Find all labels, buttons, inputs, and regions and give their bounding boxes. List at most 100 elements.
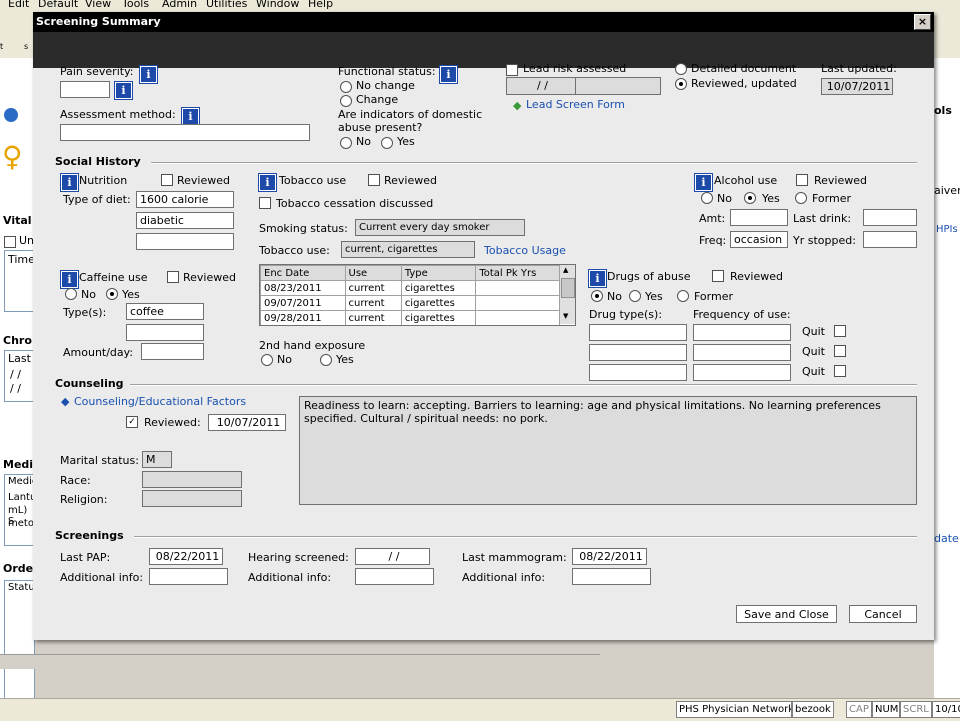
second-hand-no-radio[interactable] [261, 354, 273, 366]
tobacco-cessation-checkbox[interactable] [259, 197, 271, 209]
assessment-method-input[interactable] [60, 124, 310, 141]
col-enc-date[interactable]: Enc Date [260, 265, 346, 281]
reviewed-updated-radio[interactable] [675, 78, 687, 90]
lead-screen-form-link[interactable]: Lead Screen Form [526, 98, 625, 111]
drug-freq-input-1[interactable] [693, 324, 791, 341]
hpis-tab[interactable]: HPIs [936, 224, 958, 235]
alcohol-yes-radio[interactable] [744, 192, 756, 204]
abuse-yes-radio[interactable] [381, 137, 393, 149]
menu-help[interactable]: Help [308, 0, 333, 10]
drugs-no-radio[interactable] [591, 290, 603, 302]
nutrition-info-icon[interactable]: i [61, 174, 78, 191]
drugs-yes-radio[interactable] [629, 290, 641, 302]
lead-link-icon: ◆ [513, 99, 522, 112]
pain-value-info-icon[interactable]: i [115, 82, 132, 99]
save-and-close-button[interactable]: Save and Close [736, 605, 837, 623]
drug-freq-input-3[interactable] [693, 364, 791, 381]
assessment-info-icon[interactable]: i [182, 108, 199, 125]
menu-view[interactable]: View [85, 0, 111, 10]
table-scrollbar[interactable]: ▲ ▼ [559, 265, 575, 324]
update-link[interactable]: date [934, 532, 959, 545]
counseling-reviewed-date[interactable]: 10/07/2011 [208, 414, 286, 431]
pain-info-icon[interactable]: i [140, 66, 157, 83]
col-use[interactable]: Use [344, 265, 402, 281]
lead-risk-checkbox[interactable] [506, 64, 518, 76]
mammogram-additional-info-input[interactable] [572, 568, 651, 585]
scroll-up-icon[interactable]: ▲ [563, 266, 568, 274]
quit-label-1: Quit [802, 325, 825, 338]
app-nav-icon[interactable] [4, 108, 18, 122]
table-row[interactable]: 09/07/2011 current cigarettes [260, 295, 560, 311]
cancel-button[interactable]: Cancel [849, 605, 917, 623]
counseling-reviewed-checkbox[interactable]: ✓ [126, 416, 138, 428]
diet-input-3[interactable] [136, 233, 234, 250]
functional-info-icon[interactable]: i [440, 66, 457, 83]
alcohol-reviewed-checkbox[interactable] [796, 174, 808, 186]
pap-additional-info-input[interactable] [149, 568, 228, 585]
col-type[interactable]: Type [400, 265, 477, 281]
pain-severity-input[interactable] [60, 81, 110, 98]
lead-risk-date[interactable]: / / [506, 77, 576, 95]
quit-checkbox-1[interactable] [834, 325, 846, 337]
alcohol-info-icon[interactable]: i [695, 174, 712, 191]
menu-admin[interactable]: Admin [162, 0, 197, 10]
alcohol-former-radio[interactable] [795, 192, 807, 204]
menu-window[interactable]: Window [256, 0, 299, 10]
diet-input-2[interactable]: diabetic [136, 212, 234, 229]
drugs-former-radio[interactable] [677, 290, 689, 302]
tobacco-reviewed-checkbox[interactable] [368, 174, 380, 186]
last-mammogram-input[interactable]: 08/22/2011 [572, 548, 647, 565]
drug-type-input-2[interactable] [589, 344, 687, 361]
scroll-down-icon[interactable]: ▼ [563, 312, 568, 320]
drugs-info-icon[interactable]: i [589, 270, 606, 287]
diet-input-1[interactable]: 1600 calorie [136, 191, 234, 208]
hearing-additional-info-input[interactable] [355, 568, 434, 585]
freq-input[interactable]: occasion [730, 231, 788, 248]
tobacco-info-icon[interactable]: i [259, 174, 276, 191]
un-checkbox[interactable] [4, 236, 16, 248]
hearing-screened-input[interactable]: / / [355, 548, 430, 565]
scroll-thumb[interactable] [561, 278, 575, 298]
quit-checkbox-3[interactable] [834, 365, 846, 377]
menu-default[interactable]: Default [38, 0, 78, 10]
lead-risk-result[interactable] [575, 77, 661, 95]
counseling-factors-link[interactable]: Counseling/Educational Factors [74, 395, 246, 408]
col-total-pk-yrs[interactable]: Total Pk Yrs [475, 265, 560, 281]
yr-stopped-input[interactable] [863, 231, 917, 248]
caffeine-no-radio[interactable] [65, 288, 77, 300]
menu-edit[interactable]: Edit [8, 0, 29, 10]
close-button[interactable]: × [914, 14, 931, 30]
caffeine-type-input-1[interactable]: coffee [126, 303, 204, 320]
mammogram-additional-info-label: Additional info: [462, 571, 546, 584]
drug-type-input-1[interactable] [589, 324, 687, 341]
caffeine-yes-radio[interactable] [106, 288, 118, 300]
table-row[interactable]: 09/28/2011 current cigarettes [260, 310, 560, 325]
caffeine-type-input-2[interactable] [126, 324, 204, 341]
detailed-document-radio[interactable] [675, 63, 687, 75]
caffeine-reviewed-checkbox[interactable] [167, 271, 179, 283]
tobacco-usage-link[interactable]: Tobacco Usage [484, 244, 566, 257]
amt-input[interactable] [730, 209, 788, 226]
caffeine-info-icon[interactable]: i [61, 271, 78, 288]
bottom-scrollbar[interactable] [0, 654, 600, 669]
abuse-no-radio[interactable] [340, 137, 352, 149]
last-pap-input[interactable]: 08/22/2011 [149, 548, 223, 565]
alcohol-no-radio[interactable] [701, 192, 713, 204]
drug-type-input-3[interactable] [589, 364, 687, 381]
functional-change-radio[interactable] [340, 95, 352, 107]
menu-utilities[interactable]: Utilities [206, 0, 247, 10]
table-row[interactable]: 08/23/2011 current cigarettes [260, 280, 560, 296]
drug-freq-input-2[interactable] [693, 344, 791, 361]
second-hand-label: 2nd hand exposure [259, 339, 366, 352]
menu-tools[interactable]: Tools [122, 0, 149, 10]
tobacco-history-table[interactable]: Enc Date Use Type Total Pk Yrs 08/23/201… [259, 264, 576, 326]
drugs-reviewed-checkbox[interactable] [712, 270, 724, 282]
amount-day-input[interactable] [141, 343, 204, 360]
last-drink-input[interactable] [863, 209, 917, 226]
alcohol-yes-label: Yes [762, 192, 780, 205]
nutrition-reviewed-checkbox[interactable] [161, 174, 173, 186]
second-hand-yes-radio[interactable] [320, 354, 332, 366]
counseling-notes[interactable]: Readiness to learn: accepting. Barriers … [299, 396, 917, 505]
quit-checkbox-2[interactable] [834, 345, 846, 357]
functional-no-change-radio[interactable] [340, 81, 352, 93]
